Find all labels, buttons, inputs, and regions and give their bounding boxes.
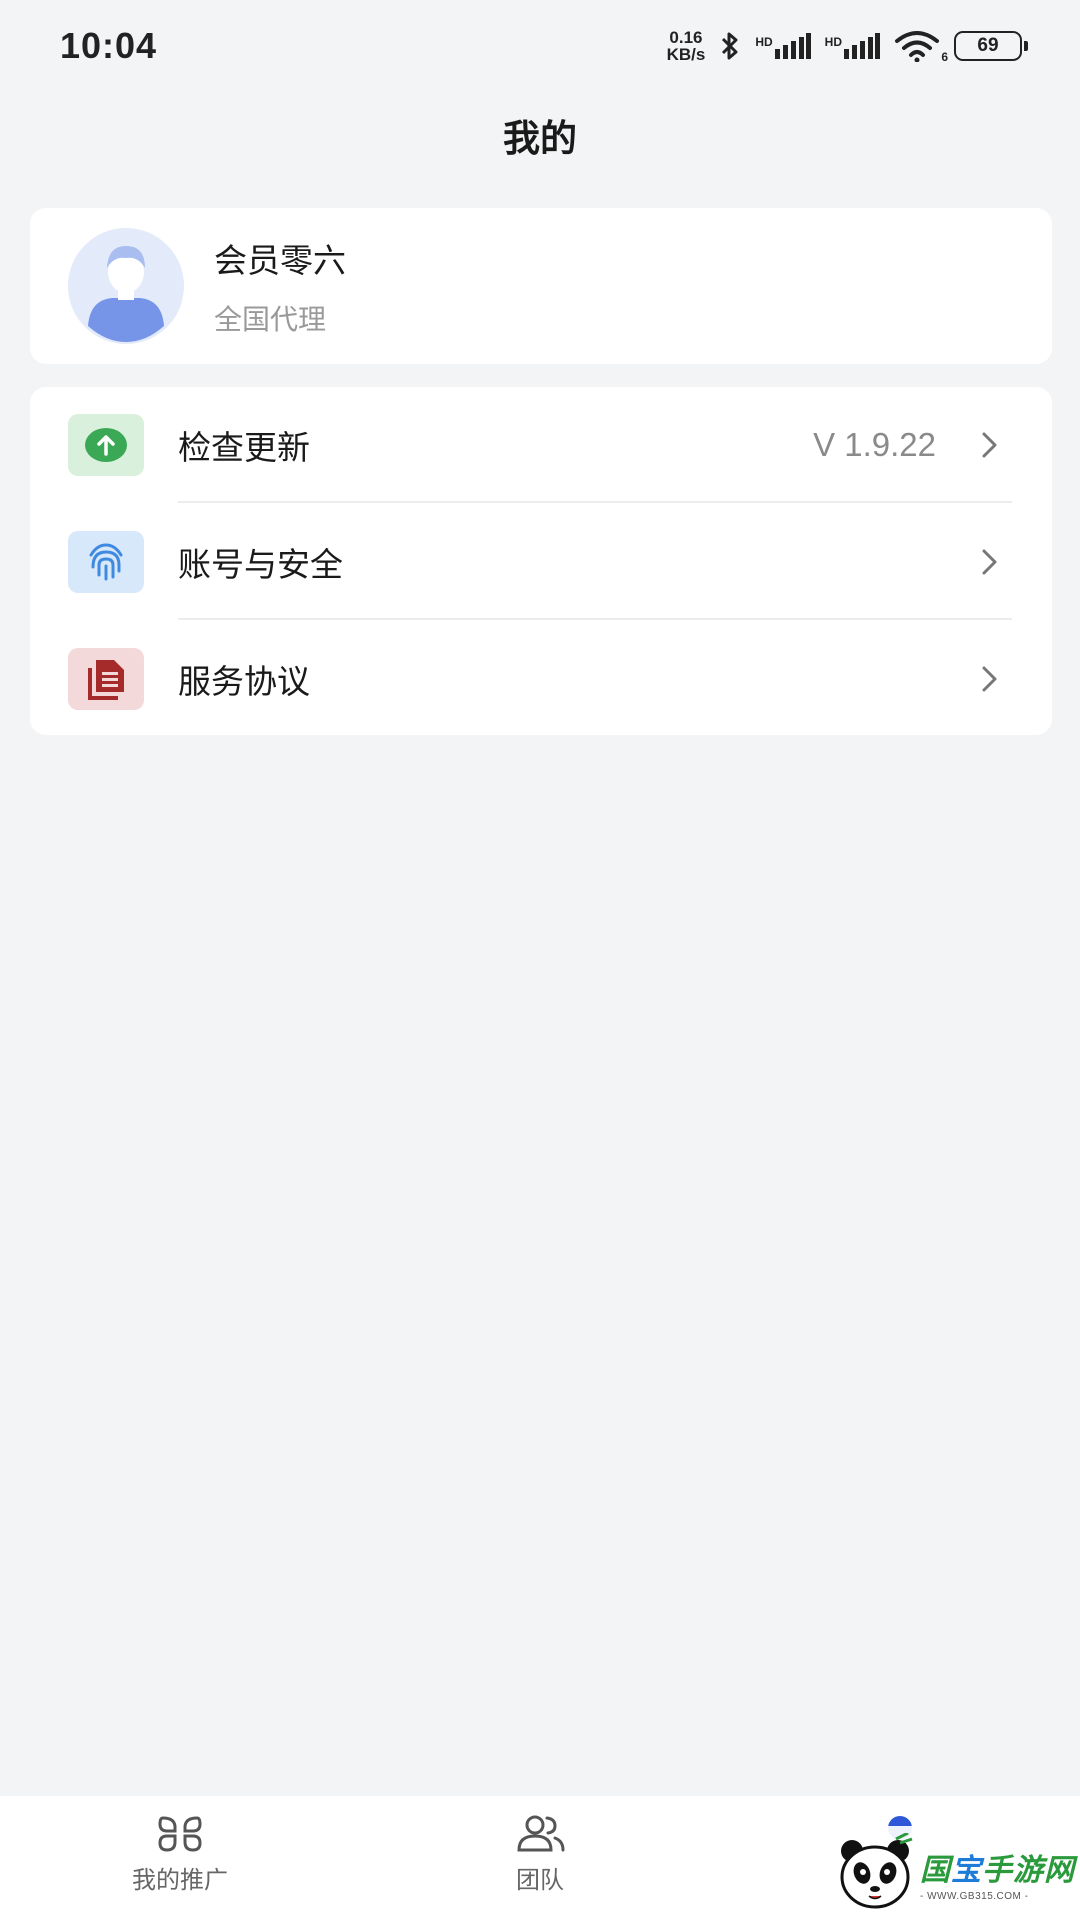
- wifi-icon: 6: [894, 30, 948, 64]
- watermark-url: - WWW.GB315.COM -: [920, 1890, 1029, 1902]
- document-icon: [68, 647, 144, 710]
- battery-level: 69: [977, 35, 999, 56]
- page-title: 我的: [503, 118, 577, 159]
- status-icons: 0.16 KB/s HD HD 6 69: [667, 29, 1028, 64]
- menu-label: 账号与安全: [178, 545, 343, 583]
- menu-label: 检查更新: [178, 429, 310, 466]
- watermark: 国宝手游网 - WWW.GB315.COM -: [830, 1826, 1080, 1920]
- version-value: V 1.9.22: [813, 426, 936, 463]
- avatar[interactable]: [68, 228, 184, 344]
- profile-card[interactable]: 会员零六 全国代理: [30, 208, 1052, 364]
- settings-menu: 检查更新 V 1.9.22 账号与安全 服务协议: [30, 387, 1052, 735]
- nav-item-team[interactable]: 团队: [360, 1796, 720, 1920]
- profile-info: 会员零六 全国代理: [214, 234, 346, 338]
- wifi-badge: 6: [941, 50, 948, 64]
- nav-item-promotion[interactable]: 我的推广: [0, 1796, 360, 1920]
- cellular-signal-2-icon: HD: [825, 33, 880, 59]
- team-icon: [517, 1815, 565, 1852]
- profile-name: 会员零六: [214, 242, 346, 279]
- watermark-brand: 国宝手游网: [920, 1845, 1075, 1889]
- chevron-right-icon: [982, 666, 997, 691]
- chevron-right-icon: [982, 432, 997, 458]
- watermark-brand-part: 宝: [951, 1853, 982, 1887]
- profile-role: 全国代理: [214, 304, 327, 335]
- net-speed-value: 0.16: [669, 28, 703, 47]
- battery-icon: 69: [954, 31, 1028, 61]
- user-avatar-icon: [68, 228, 184, 344]
- status-bar: 10:04 0.16 KB/s HD HD 6 69: [0, 0, 1080, 92]
- nav-label: 团队: [516, 1867, 564, 1894]
- grid-icon: [158, 1816, 202, 1852]
- menu-item-service-agreement[interactable]: 服务协议: [30, 620, 1052, 737]
- fingerprint-icon: [68, 530, 144, 593]
- bluetooth-icon: [719, 30, 741, 62]
- chevron-right-icon: [982, 549, 997, 574]
- hd-label: HD: [824, 35, 842, 49]
- upload-icon: [68, 414, 144, 476]
- watermark-brand-part: 国: [920, 1853, 951, 1887]
- menu-item-account-security[interactable]: 账号与安全: [30, 503, 1052, 620]
- net-speed-unit: KB/s: [666, 45, 706, 64]
- watermark-brand-part: 手游网: [982, 1853, 1075, 1887]
- menu-item-check-update[interactable]: 检查更新 V 1.9.22: [30, 387, 1052, 503]
- cellular-signal-1-icon: HD: [755, 33, 811, 59]
- status-time: 10:04: [60, 25, 158, 66]
- network-speed: 0.16 KB/s: [667, 29, 706, 63]
- panda-logo-icon: [840, 1833, 913, 1909]
- menu-label: 服务协议: [178, 662, 310, 700]
- watermark-text: 国宝手游网 - WWW.GB315.COM -: [920, 1845, 1075, 1902]
- hd-label: HD: [755, 35, 773, 49]
- nav-label: 我的推广: [132, 1867, 228, 1894]
